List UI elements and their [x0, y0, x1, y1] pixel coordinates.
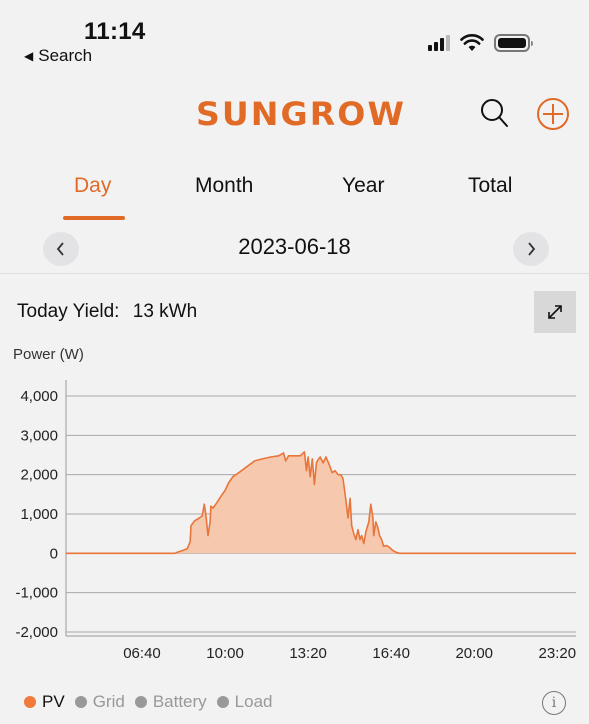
cellular-signal-icon	[428, 35, 450, 51]
y-tick-label: 1,000	[20, 506, 58, 523]
selected-date[interactable]: 2023-06-18	[0, 234, 589, 260]
divider	[0, 273, 589, 274]
series-area-pv	[66, 451, 576, 554]
info-button[interactable]: i	[542, 691, 566, 715]
legend-dot-pv	[24, 696, 36, 708]
y-tick-label: 2,000	[20, 467, 58, 484]
power-chart: 4,000 3,000 2,000 1,000 0 -1,000 -2,000 06:40 1…	[15, 380, 576, 662]
back-to-search-link[interactable]: ◀ Search	[24, 46, 92, 66]
info-icon: i	[551, 695, 557, 711]
tab-year[interactable]: Year	[342, 174, 384, 198]
legend-item-battery[interactable]: Battery	[134, 692, 207, 712]
add-button[interactable]	[536, 97, 570, 131]
legend-item-grid[interactable]: Grid	[74, 692, 125, 712]
legend-dot-grid	[74, 696, 87, 708]
legend-label-battery: Battery	[152, 692, 207, 711]
y-tick-label: 4,000	[20, 388, 58, 405]
x-tick-label: 06:40	[123, 645, 161, 662]
wifi-icon	[460, 34, 484, 51]
sungrow-logo: SUNGROW	[196, 95, 406, 131]
search-icon	[481, 99, 508, 127]
today-yield: Today Yield: 13 kWh	[17, 301, 197, 323]
y-tick-label: 3,000	[20, 427, 58, 444]
y-axis-unit: Power (W)	[13, 346, 84, 363]
active-tab-indicator	[63, 216, 125, 220]
legend-label-grid: Grid	[92, 692, 125, 711]
x-axis-ticks: 06:40 10:00 13:20 16:40 20:00 23:20	[123, 645, 576, 662]
legend-dot-load	[216, 696, 229, 708]
x-tick-label: 23:20	[539, 645, 577, 662]
x-tick-label: 13:20	[289, 645, 327, 662]
status-time: 11:14	[84, 18, 146, 45]
chevron-right-icon	[528, 242, 536, 256]
next-date-button[interactable]	[513, 232, 549, 266]
expand-icon	[548, 305, 562, 319]
expand-chart-button[interactable]	[534, 291, 576, 333]
tab-month[interactable]: Month	[195, 174, 253, 198]
x-tick-label: 10:00	[206, 645, 244, 662]
back-arrow-icon: ◀	[24, 49, 34, 63]
tab-day[interactable]: Day	[74, 174, 111, 198]
yield-value: 13 kWh	[132, 301, 198, 322]
status-icons	[428, 34, 533, 52]
x-tick-label: 16:40	[372, 645, 410, 662]
y-tick-label: -2,000	[15, 624, 58, 641]
brand-name: SUNGROW	[196, 95, 406, 131]
plus-circle-icon	[537, 98, 569, 130]
legend-item-pv[interactable]: PV	[24, 692, 65, 712]
back-label: Search	[38, 46, 93, 65]
legend-item-load[interactable]: Load	[216, 692, 273, 712]
y-tick-label: 0	[50, 545, 58, 562]
legend: PV Grid Battery Load	[24, 692, 283, 712]
legend-label-load: Load	[234, 692, 273, 711]
search-button[interactable]	[478, 97, 510, 129]
yield-label: Today Yield:	[17, 301, 120, 322]
y-axis-ticks: 4,000 3,000 2,000 1,000 0 -1,000 -2,000	[15, 388, 58, 641]
legend-dot-battery	[134, 696, 147, 708]
y-tick-label: -1,000	[15, 585, 58, 602]
battery-icon	[494, 34, 533, 52]
legend-label-pv: PV	[42, 692, 65, 711]
series-layer	[66, 451, 576, 555]
tab-total[interactable]: Total	[468, 174, 512, 198]
x-tick-label: 20:00	[455, 645, 493, 662]
